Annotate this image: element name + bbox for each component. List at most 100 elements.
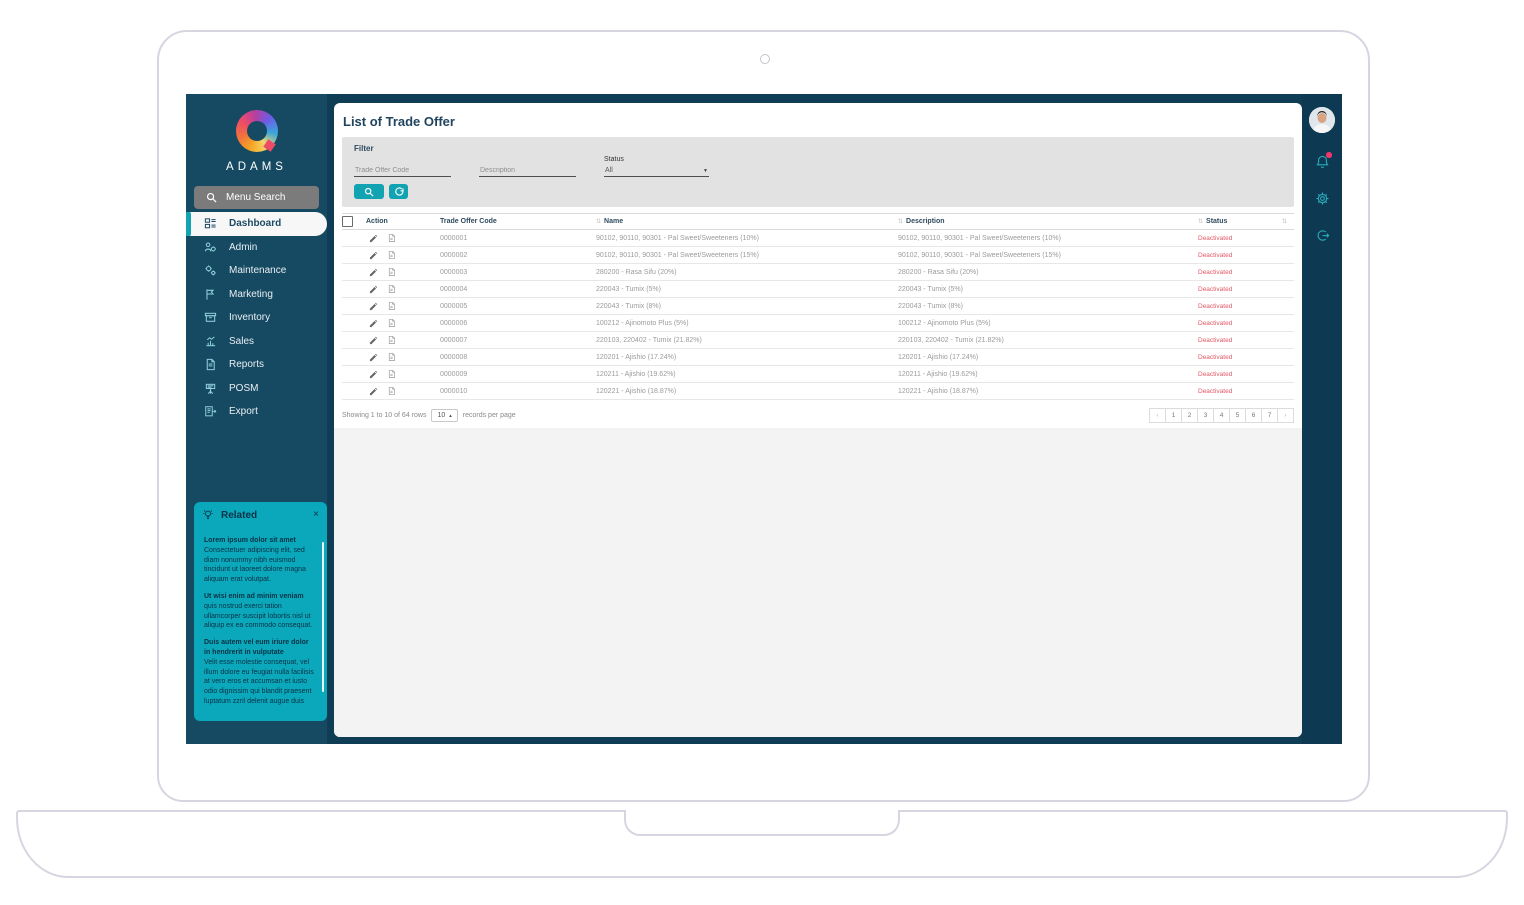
cell-description: 220103, 220402 - Tumix (21.82%)	[898, 337, 1198, 344]
page-3[interactable]: 3	[1197, 408, 1214, 423]
logout-icon[interactable]	[1315, 228, 1330, 244]
page-size-select[interactable]: 10 ▴	[431, 409, 457, 422]
inventory-icon	[204, 311, 218, 325]
page-prev[interactable]: ‹	[1149, 408, 1166, 423]
sidebar-item-reports[interactable]: Reports	[186, 353, 327, 377]
select-all-checkbox[interactable]	[342, 216, 353, 227]
table-row: 0000005 220043 - Tumix (8%) 220043 - Tum…	[342, 298, 1294, 315]
view-icon[interactable]	[387, 250, 396, 260]
view-icon[interactable]	[387, 318, 396, 328]
close-icon[interactable]: ×	[313, 510, 319, 520]
sidebar-item-maintenance[interactable]: Maintenance	[186, 259, 327, 283]
cell-description: 280200 - Rasa Sifu (20%)	[898, 269, 1198, 276]
user-avatar[interactable]	[1309, 107, 1335, 133]
laptop-base	[16, 810, 1508, 878]
menu-search-button[interactable]: Menu Search	[194, 186, 319, 209]
admin-icon	[204, 240, 218, 254]
cell-code: 0000006	[440, 320, 596, 327]
page-1[interactable]: 1	[1165, 408, 1182, 423]
scrollbar[interactable]	[322, 542, 325, 692]
refresh-button[interactable]	[389, 184, 408, 199]
edit-icon[interactable]	[369, 285, 378, 294]
cell-code: 0000002	[440, 252, 596, 259]
laptop-screen: ADAMS Menu Search Dashboard Admin Mainte…	[157, 30, 1370, 802]
sort-icon[interactable]: ⇅	[1282, 218, 1287, 225]
page-size-value: 10	[437, 412, 445, 419]
related-text: quis nostrud exerci tation ullamcorper s…	[204, 602, 315, 631]
sidebar-item-inventory[interactable]: Inventory	[186, 306, 327, 330]
page-5[interactable]: 5	[1229, 408, 1246, 423]
search-icon	[364, 187, 374, 197]
sidebar-item-marketing[interactable]: Marketing	[186, 283, 327, 307]
view-icon[interactable]	[387, 386, 396, 396]
cell-code: 0000010	[440, 388, 596, 395]
edit-icon[interactable]	[369, 268, 378, 277]
edit-icon[interactable]	[369, 302, 378, 311]
edit-icon[interactable]	[369, 353, 378, 362]
settings-gear-icon[interactable]	[1315, 191, 1330, 207]
status-badge: Deactivated	[1198, 252, 1282, 259]
cell-description: 90102, 90110, 90301 - Pal Sweet/Sweetene…	[898, 252, 1198, 259]
view-icon[interactable]	[387, 267, 396, 277]
cell-name: 280200 - Rasa Sifu (20%)	[596, 269, 898, 276]
view-icon[interactable]	[387, 335, 396, 345]
view-icon[interactable]	[387, 301, 396, 311]
status-label: Status	[604, 156, 709, 163]
edit-icon[interactable]	[369, 319, 378, 328]
showing-text: Showing 1 to 10 of 64 rows	[342, 412, 426, 419]
status-badge: Deactivated	[1198, 354, 1282, 361]
view-icon[interactable]	[387, 352, 396, 362]
view-icon[interactable]	[387, 284, 396, 294]
sort-icon[interactable]: ⇅	[898, 218, 903, 225]
description-input[interactable]	[479, 165, 576, 177]
trade-offer-code-input[interactable]	[354, 165, 451, 177]
filter-title: Filter	[354, 144, 1282, 153]
page-4[interactable]: 4	[1213, 408, 1230, 423]
related-content: Lorem ipsum dolor sit amet Consectetuer …	[194, 525, 327, 715]
page-next[interactable]: ›	[1277, 408, 1294, 423]
sidebar: ADAMS Menu Search Dashboard Admin Mainte…	[186, 94, 327, 744]
sales-icon	[204, 334, 218, 348]
sort-icon[interactable]: ⇅	[1198, 218, 1203, 225]
status-select[interactable]: All ▼	[604, 165, 709, 177]
sidebar-item-admin[interactable]: Admin	[186, 236, 327, 260]
sidebar-item-posm[interactable]: POSM	[186, 377, 327, 401]
header-name: Name	[604, 218, 623, 225]
table-row: 0000001 90102, 90110, 90301 - Pal Sweet/…	[342, 230, 1294, 247]
search-button[interactable]	[354, 184, 384, 199]
sidebar-item-label: Dashboard	[229, 218, 281, 229]
sidebar-item-export[interactable]: Export	[186, 400, 327, 424]
page-2[interactable]: 2	[1181, 408, 1198, 423]
cell-name: 90102, 90110, 90301 - Pal Sweet/Sweetene…	[596, 235, 898, 242]
main-panel: List of Trade Offer Filter Status All ▼	[334, 103, 1302, 737]
sort-icon[interactable]: ⇅	[596, 218, 601, 225]
cell-name: 120211 - Ajishio (19.62%)	[596, 371, 898, 378]
edit-icon[interactable]	[369, 251, 378, 260]
notifications-bell-icon[interactable]	[1315, 154, 1330, 170]
cell-description: 120221 - Ajishio (18.87%)	[898, 388, 1198, 395]
table-header: Action Trade Offer Code ⇅Name ⇅Descripti…	[342, 213, 1294, 230]
table-row: 0000006 100212 - Ajinomoto Plus (5%) 100…	[342, 315, 1294, 332]
reports-icon	[204, 358, 218, 372]
page-6[interactable]: 6	[1245, 408, 1262, 423]
dashboard-icon	[204, 217, 218, 231]
sidebar-item-dashboard[interactable]: Dashboard	[186, 212, 327, 236]
cell-name: 90102, 90110, 90301 - Pal Sweet/Sweetene…	[596, 252, 898, 259]
chevron-down-icon: ▼	[703, 168, 708, 174]
edit-icon[interactable]	[369, 370, 378, 379]
edit-icon[interactable]	[369, 387, 378, 396]
sidebar-item-sales[interactable]: Sales	[186, 330, 327, 354]
cell-code: 0000008	[440, 354, 596, 361]
page-7[interactable]: 7	[1261, 408, 1278, 423]
view-icon[interactable]	[387, 369, 396, 379]
right-rail	[1302, 94, 1342, 744]
cell-name: 220043 - Tumix (8%)	[596, 303, 898, 310]
status-badge: Deactivated	[1198, 388, 1282, 395]
header-description: Description	[906, 218, 945, 225]
chevron-up-icon: ▴	[449, 413, 452, 419]
edit-icon[interactable]	[369, 336, 378, 345]
cell-description: 220043 - Tumix (8%)	[898, 303, 1198, 310]
view-icon[interactable]	[387, 233, 396, 243]
edit-icon[interactable]	[369, 234, 378, 243]
posm-icon	[204, 381, 218, 395]
